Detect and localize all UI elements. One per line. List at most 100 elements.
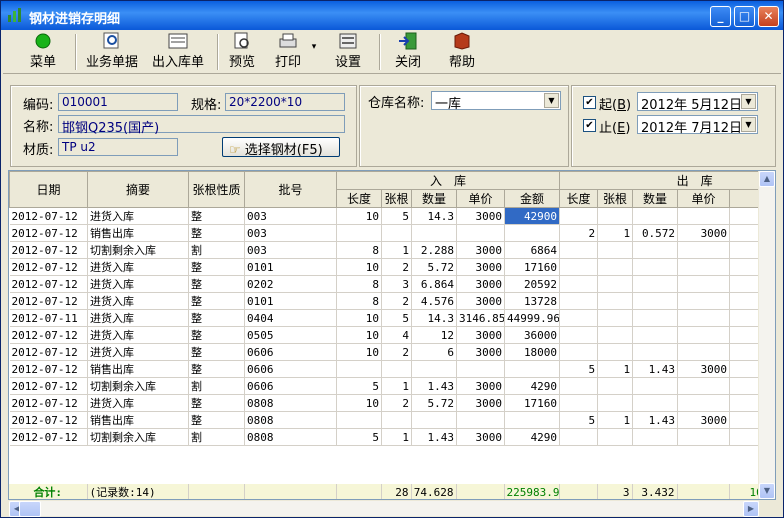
table-cell[interactable]: 2 [559, 224, 599, 242]
table-cell[interactable]: 3000 [677, 411, 731, 429]
table-cell[interactable] [411, 360, 457, 378]
table-cell[interactable]: 0101 [244, 258, 337, 276]
close-app-button[interactable]: 关闭 [391, 32, 425, 72]
table-cell[interactable]: 整 [188, 207, 245, 225]
table-cell[interactable] [559, 309, 599, 327]
table-cell[interactable] [504, 411, 561, 429]
table-cell[interactable] [381, 224, 412, 242]
table-cell[interactable]: 6864 [504, 241, 561, 259]
table-cell[interactable] [597, 377, 634, 395]
table-cell[interactable]: 14.3 [411, 207, 457, 225]
table-cell[interactable]: 1 [597, 360, 634, 378]
table-cell[interactable] [677, 207, 731, 225]
end-date-checkbox[interactable]: ✔ [583, 119, 596, 132]
table-row[interactable]: 2012-07-12 进货入库整 0101 10 2 5.72 3000 17160 [9, 258, 775, 276]
table-cell[interactable] [632, 275, 679, 293]
table-cell[interactable] [632, 241, 679, 259]
table-cell[interactable] [456, 360, 505, 378]
table-cell[interactable] [559, 275, 599, 293]
table-cell[interactable]: 3000 [456, 428, 505, 446]
start-date-picker[interactable]: 2012年 5月12日 ▼ [637, 92, 758, 113]
table-cell[interactable] [677, 377, 731, 395]
table-cell[interactable]: 3000 [456, 377, 505, 395]
col-out-count[interactable]: 张根 [597, 189, 634, 208]
table-cell[interactable]: 2 [381, 258, 412, 276]
table-cell[interactable]: 2012-07-12 [9, 394, 88, 412]
table-row[interactable]: 2012-07-12销售出库整0808511.4330004 [9, 411, 775, 429]
table-cell[interactable]: 进货入库 [87, 207, 189, 225]
table-cell[interactable]: 1 [597, 411, 634, 429]
table-cell[interactable]: 整 [188, 360, 245, 378]
table-cell[interactable] [597, 309, 634, 327]
settings-button[interactable]: 设置 [331, 32, 365, 72]
table-cell[interactable]: 1.43 [632, 411, 679, 429]
table-cell[interactable] [456, 411, 505, 429]
table-cell[interactable]: 003 [244, 207, 337, 225]
table-cell[interactable]: 14.3 [411, 309, 457, 327]
table-cell[interactable]: 1.43 [632, 360, 679, 378]
table-cell[interactable] [632, 207, 679, 225]
table-cell[interactable]: 2 [381, 292, 412, 310]
table-cell[interactable]: 17160 [504, 258, 561, 276]
table-cell[interactable]: 5 [381, 207, 412, 225]
table-cell[interactable]: 整 [188, 309, 245, 327]
table-cell[interactable] [632, 343, 679, 361]
table-cell[interactable]: 1.43 [411, 428, 457, 446]
col-out-length[interactable]: 长度 [559, 189, 599, 208]
table-cell[interactable] [559, 428, 599, 446]
table-cell[interactable]: 切割剩余入库 [87, 241, 189, 259]
table-cell[interactable]: 003 [244, 241, 337, 259]
table-cell[interactable] [559, 394, 599, 412]
table-cell[interactable]: 销售出库 [87, 411, 189, 429]
table-cell[interactable]: 整 [188, 326, 245, 344]
menu-button[interactable]: 菜单 [25, 32, 61, 72]
table-cell[interactable]: 003 [244, 224, 337, 242]
table-cell[interactable] [632, 377, 679, 395]
print-button[interactable]: 打印 [271, 32, 305, 72]
table-cell[interactable]: 4290 [504, 377, 561, 395]
table-cell[interactable]: 5 [336, 377, 382, 395]
table-cell[interactable]: 0404 [244, 309, 337, 327]
table-cell[interactable] [597, 394, 634, 412]
table-cell[interactable] [677, 343, 731, 361]
table-cell[interactable]: 3000 [456, 207, 505, 225]
table-cell[interactable]: 2012-07-12 [9, 207, 88, 225]
table-cell[interactable] [559, 292, 599, 310]
minimize-button[interactable]: _ [710, 6, 731, 27]
table-cell[interactable]: 10 [336, 343, 382, 361]
table-cell[interactable]: 20592 [504, 275, 561, 293]
table-row[interactable]: 2012-07-11 进货入库整 0404 10 5 14.3 3146.85 44999.9… [9, 309, 775, 327]
table-cell[interactable]: 3000 [677, 360, 731, 378]
col-date[interactable]: 日期 [9, 171, 88, 208]
table-cell[interactable] [677, 241, 731, 259]
chevron-down-icon[interactable]: ▼ [741, 117, 756, 132]
table-cell[interactable]: 6 [411, 343, 457, 361]
table-cell[interactable]: 2012-07-12 [9, 377, 88, 395]
table-cell[interactable] [597, 275, 634, 293]
table-cell[interactable]: 割 [188, 428, 245, 446]
scroll-up-icon[interactable]: ▲ [759, 171, 775, 187]
chevron-down-icon[interactable]: ▼ [741, 94, 756, 109]
inout-slip-button[interactable]: 出入库单 [147, 32, 209, 72]
table-cell[interactable]: 3000 [456, 343, 505, 361]
table-cell[interactable]: 割 [188, 377, 245, 395]
table-row[interactable]: 2012-07-12 切割剩余入库割 003 8 1 2.288 3000 6864 [9, 241, 775, 259]
table-cell[interactable] [632, 292, 679, 310]
table-cell[interactable]: 3000 [456, 292, 505, 310]
table-cell[interactable]: 0606 [244, 360, 337, 378]
table-cell[interactable]: 0505 [244, 326, 337, 344]
col-in-amount[interactable]: 金额 [503, 189, 561, 208]
table-cell[interactable] [677, 326, 731, 344]
table-cell[interactable] [597, 207, 634, 225]
table-cell[interactable]: 进货入库 [87, 258, 189, 276]
table-cell[interactable] [559, 241, 599, 259]
table-cell[interactable]: 10 [336, 326, 382, 344]
table-cell[interactable] [411, 224, 457, 242]
table-cell[interactable]: 0202 [244, 275, 337, 293]
table-cell[interactable]: 3000 [456, 394, 505, 412]
table-cell[interactable]: 5.72 [411, 258, 457, 276]
table-cell[interactable]: 3146.85 [456, 309, 505, 327]
table-cell[interactable]: 44999.96 [504, 309, 561, 327]
table-cell[interactable] [597, 343, 634, 361]
table-cell[interactable] [677, 258, 731, 276]
